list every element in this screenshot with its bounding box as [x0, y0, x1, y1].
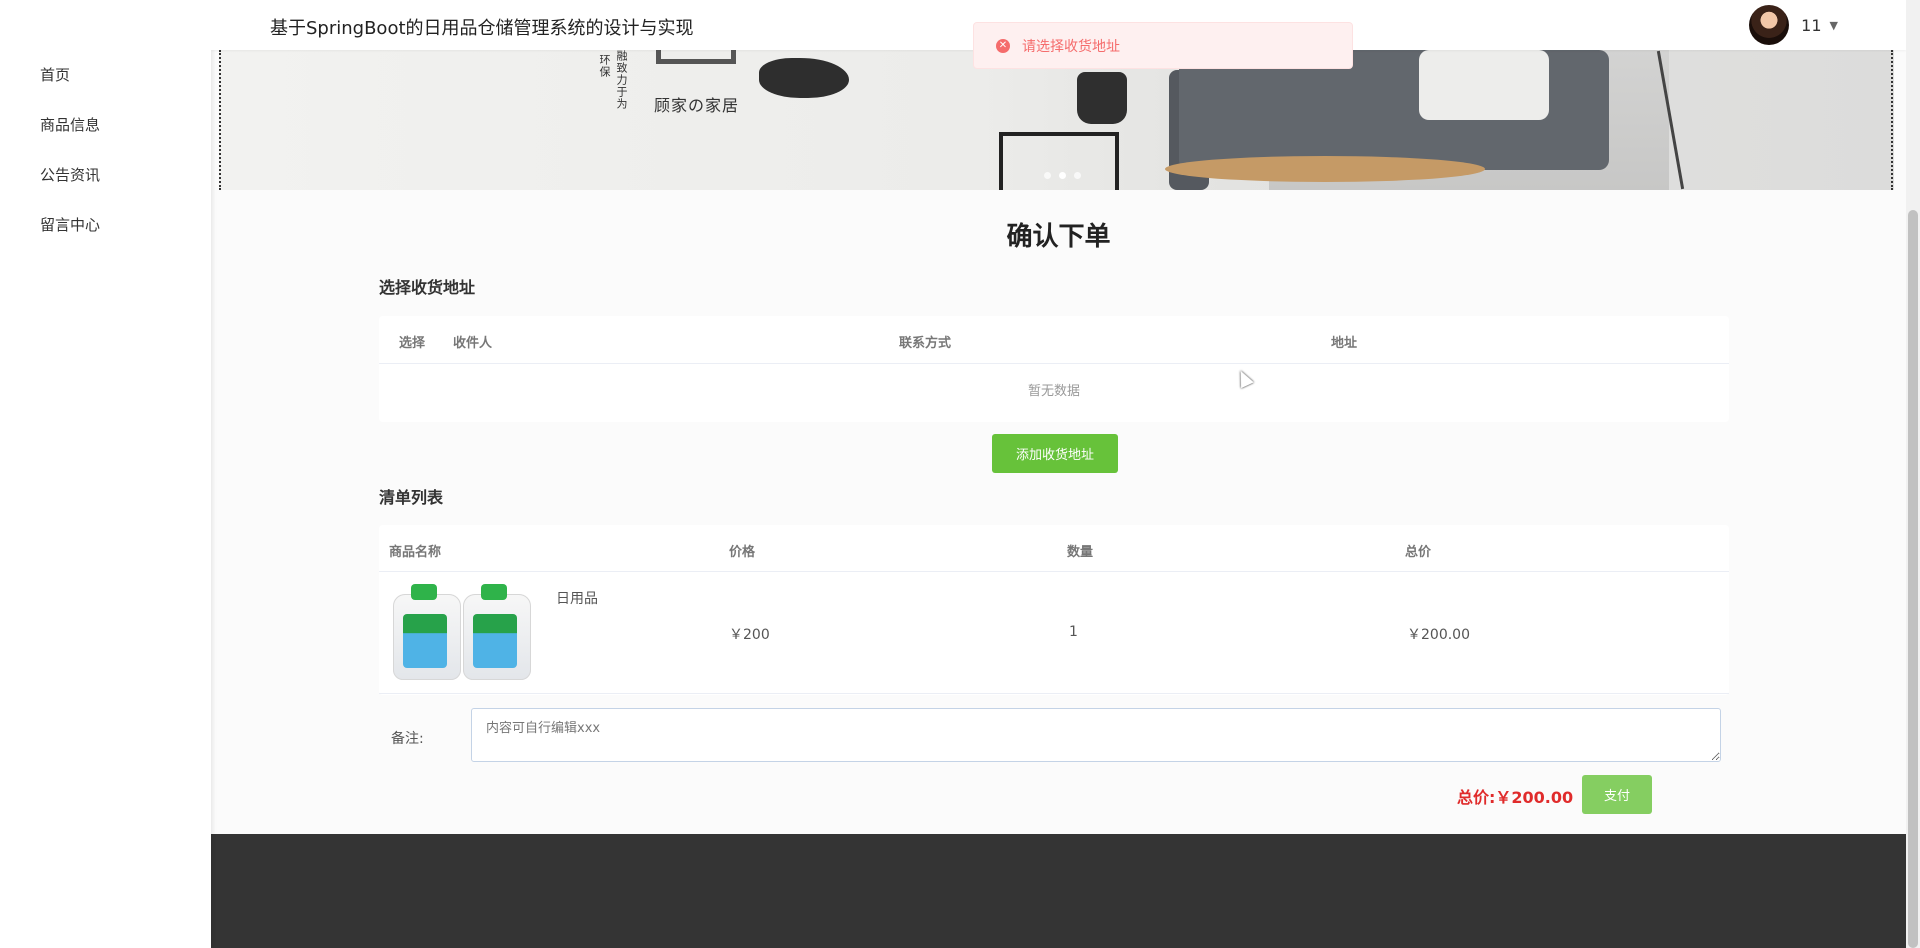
- product-name: 日用品: [556, 591, 598, 607]
- app-title: 基于SpringBoot的日用品仓储管理系统的设计与实现: [270, 18, 694, 39]
- column-product-name: 商品名称: [389, 545, 442, 560]
- column-total: 总价: [1405, 545, 1432, 560]
- column-address: 地址: [1331, 336, 1358, 351]
- page-title: 确认下单: [1006, 222, 1111, 252]
- product-image: [393, 584, 533, 682]
- carousel-dot-1[interactable]: [1044, 172, 1051, 179]
- total-value: ￥200.00: [1495, 788, 1574, 807]
- carousel-dot-3[interactable]: [1074, 172, 1081, 179]
- banner-vertical-text-1: 环保: [598, 54, 611, 78]
- carousel-dot-2[interactable]: [1059, 172, 1066, 179]
- banner-left-border: [219, 50, 221, 190]
- carousel-indicators: [1044, 172, 1089, 179]
- scrollbar-thumb[interactable]: [1908, 210, 1918, 948]
- sidebar: 首页 商品信息 公告资讯 留言中心: [0, 0, 211, 948]
- banner-coffee-table: [1165, 156, 1485, 182]
- sidebar-item-products[interactable]: 商品信息: [0, 114, 211, 164]
- add-address-button[interactable]: 添加收货地址: [992, 434, 1118, 473]
- main-area: 基于SpringBoot的日用品仓储管理系统的设计与实现 11 ▼ 环保 融致力…: [211, 0, 1906, 948]
- pay-button[interactable]: 支付: [1582, 775, 1652, 814]
- sidebar-item-messages[interactable]: 留言中心: [0, 214, 211, 264]
- user-menu[interactable]: 11 ▼: [1749, 5, 1838, 45]
- column-quantity: 数量: [1067, 545, 1094, 560]
- sidebar-item-news[interactable]: 公告资讯: [0, 164, 211, 214]
- product-quantity: 1: [1069, 624, 1078, 640]
- chevron-down-icon[interactable]: ▼: [1830, 19, 1838, 32]
- footer: [211, 834, 1906, 948]
- column-select: 选择: [399, 336, 426, 351]
- order-section-title: 清单列表: [379, 488, 444, 507]
- banner-right-border: [1891, 50, 1893, 190]
- address-table: 选择 收件人 联系方式 地址 暂无数据: [379, 316, 1729, 422]
- user-name[interactable]: 11: [1801, 16, 1821, 35]
- address-empty-text: 暂无数据: [1027, 384, 1080, 399]
- column-contact: 联系方式: [899, 336, 952, 351]
- remark-label: 备注:: [391, 731, 424, 747]
- product-price: ￥200: [729, 627, 770, 643]
- banner-carousel[interactable]: 环保 融致力于为 顾家の家居: [219, 50, 1894, 190]
- sidebar-item-home[interactable]: 首页: [0, 64, 211, 114]
- order-table-header: 商品名称 价格 数量 总价: [379, 525, 1729, 572]
- order-table: 商品名称 价格 数量 总价 日用品 ￥200 1 ￥200.00: [379, 525, 1729, 695]
- avatar[interactable]: [1749, 5, 1790, 45]
- error-icon: ✕: [996, 38, 1010, 53]
- banner-side-table: [999, 132, 1119, 190]
- banner-bird: [759, 58, 849, 98]
- total-label: 总价:: [1457, 788, 1496, 807]
- banner-frame: [656, 50, 736, 64]
- column-price: 价格: [729, 545, 756, 560]
- banner-vertical-text-2: 融致力于为: [615, 50, 628, 110]
- banner-caption: 顾家の家居: [654, 96, 740, 115]
- column-recipient: 收件人: [453, 336, 493, 351]
- banner-vase: [1077, 72, 1127, 124]
- bottle-left: [393, 584, 461, 680]
- error-toast: ✕ 请选择收货地址: [973, 22, 1353, 69]
- address-table-header: 选择 收件人 联系方式 地址: [379, 316, 1729, 364]
- bottle-right: [463, 584, 531, 680]
- total-price: 总价:￥200.00: [1457, 784, 1573, 808]
- table-row: 日用品 ￥200 1 ￥200.00: [379, 572, 1729, 694]
- sidebar-menu: 首页 商品信息 公告资讯 留言中心: [0, 0, 211, 264]
- remark-textarea[interactable]: 内容可自行编辑xxx: [471, 708, 1721, 762]
- toast-message: 请选择收货地址: [1022, 38, 1120, 55]
- page-scrollbar[interactable]: [1906, 0, 1920, 948]
- product-total: ￥200.00: [1407, 627, 1470, 643]
- banner-pillow: [1419, 50, 1549, 120]
- address-section-title: 选择收货地址: [379, 278, 476, 297]
